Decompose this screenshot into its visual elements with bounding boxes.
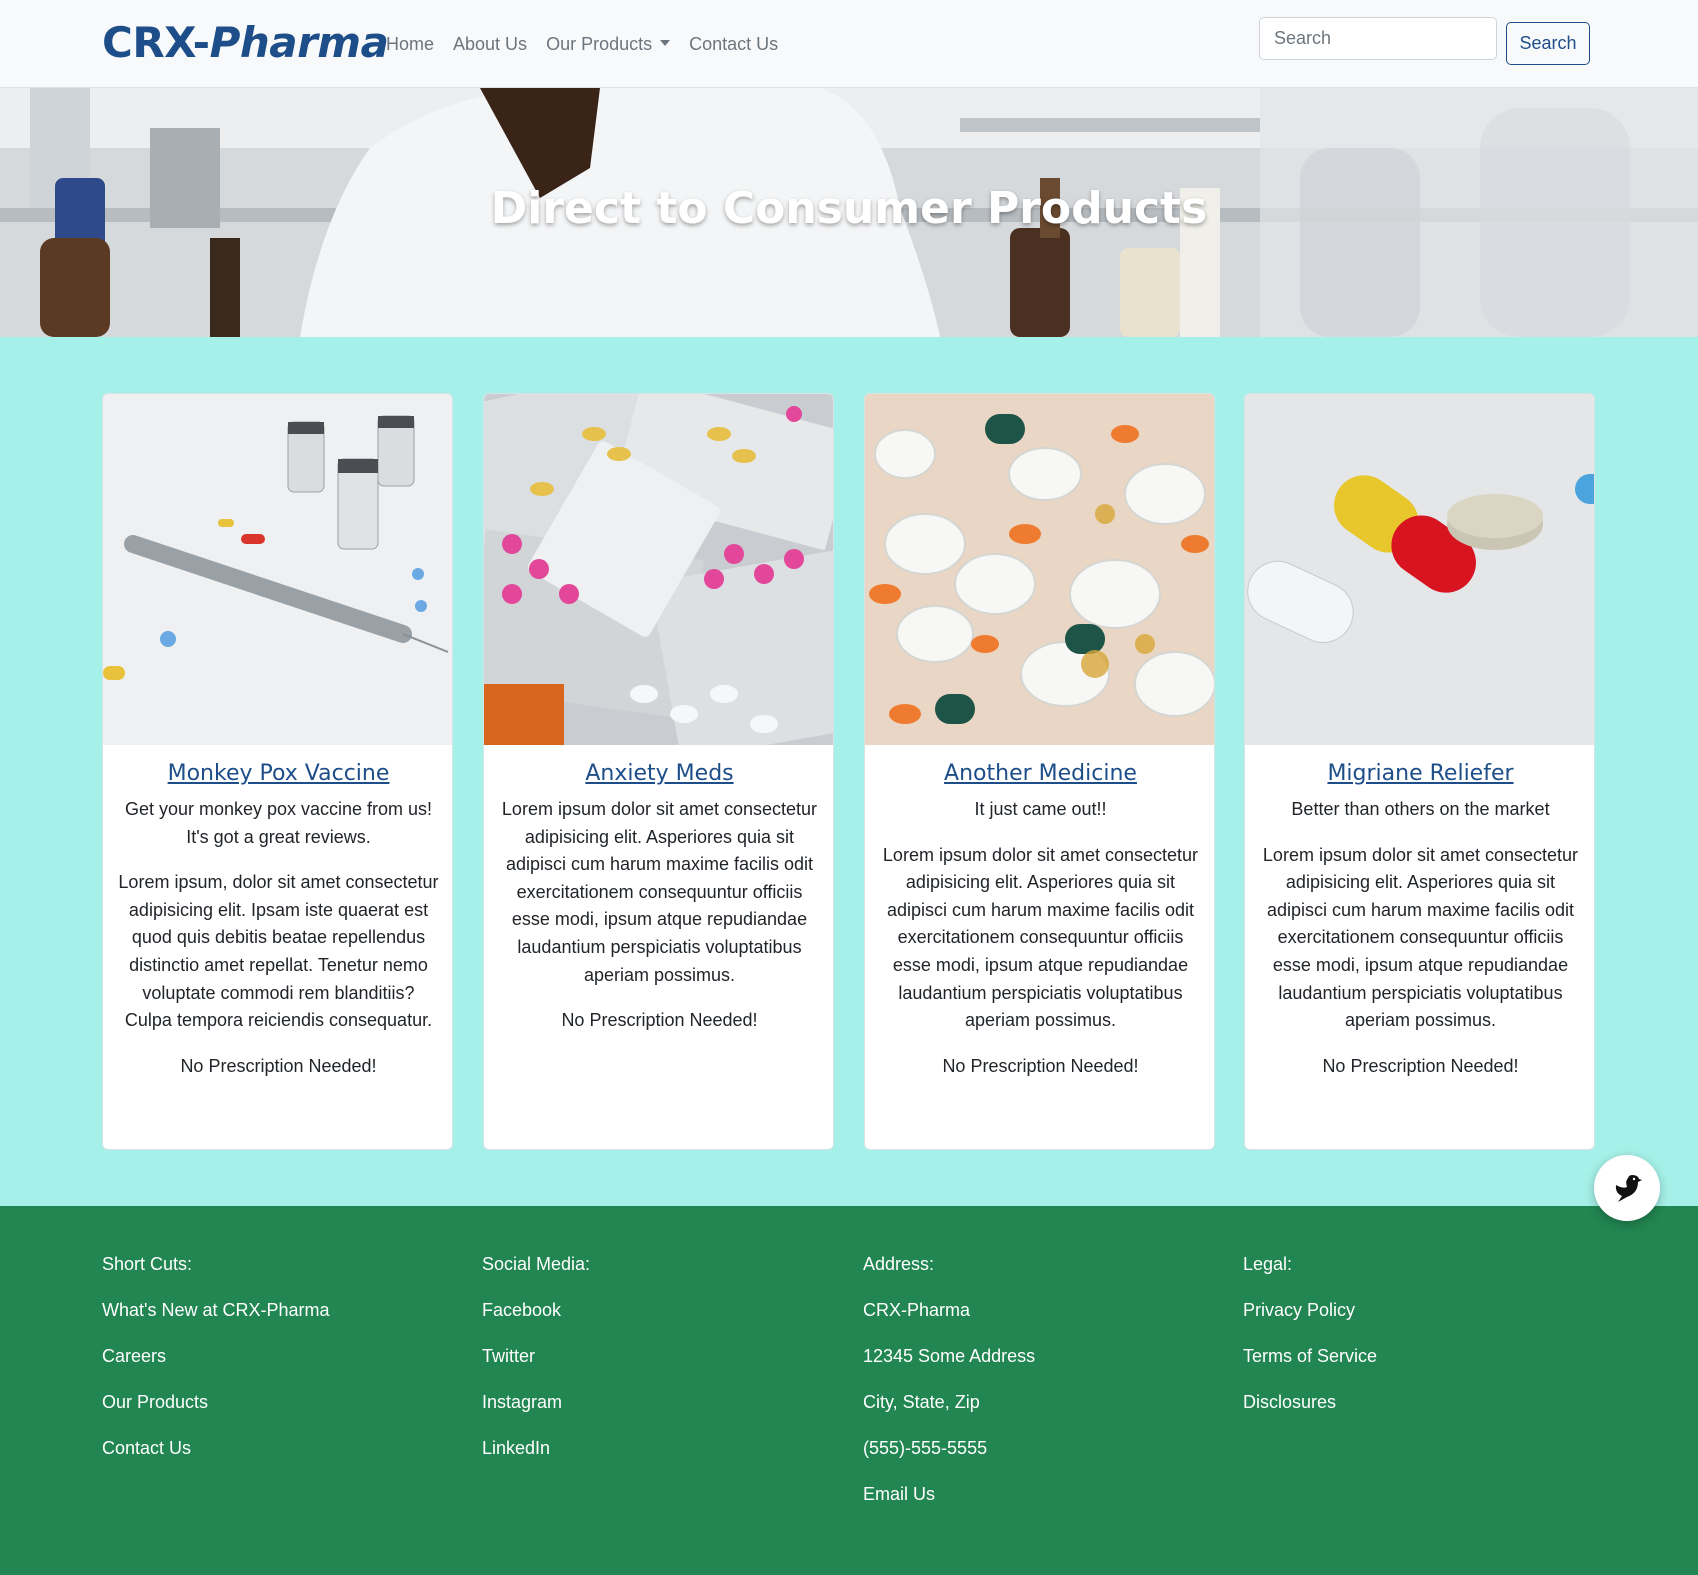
product-image-blister-packs: [484, 394, 833, 745]
footer-link-privacy-policy[interactable]: Privacy Policy: [1243, 1300, 1377, 1346]
brand-logo[interactable]: CRX-Pharma: [102, 18, 389, 67]
footer-link-contact-us[interactable]: Contact Us: [102, 1438, 330, 1484]
hero-banner: Direct to Consumer Products: [0, 88, 1698, 337]
nav-our-products-label: Our Products: [546, 34, 653, 54]
footer-link-email-us[interactable]: Email Us: [863, 1484, 1035, 1530]
card-title-link[interactable]: Monkey Pox Vaccine: [117, 761, 440, 786]
nav-contact-us[interactable]: Contact Us: [689, 34, 778, 55]
card-title-link[interactable]: Another Medicine: [879, 761, 1202, 786]
footer-address: Address: CRX-Pharma 12345 Some Address C…: [863, 1254, 1035, 1530]
card-description: Lorem ipsum, dolor sit amet consectetur …: [118, 872, 439, 1031]
nav-links: Home About Us Our Products Contact Us: [386, 34, 797, 55]
search-input[interactable]: [1259, 17, 1497, 60]
address-company: CRX-Pharma: [863, 1300, 971, 1320]
footer-heading: Address:: [863, 1254, 935, 1274]
card-body: Monkey Pox Vaccine Get your monkey pox v…: [103, 745, 452, 1098]
footer-heading: Social Media:: [482, 1254, 591, 1274]
card-title-link[interactable]: Migriane Reliefer: [1259, 761, 1582, 786]
footer-link-twitter[interactable]: Twitter: [482, 1346, 590, 1392]
nav-about-us[interactable]: About Us: [453, 34, 527, 55]
address-city: City, State, Zip: [863, 1392, 980, 1412]
card-note: No Prescription Needed!: [942, 1055, 1139, 1076]
card-description: Lorem ipsum dolor sit amet consectetur a…: [1262, 844, 1579, 1031]
footer-link-our-products[interactable]: Our Products: [102, 1392, 330, 1438]
address-phone: (555)-555-5555: [863, 1438, 988, 1458]
card-description: Lorem ipsum dolor sit amet consectetur a…: [882, 844, 1199, 1031]
footer-link-careers[interactable]: Careers: [102, 1346, 330, 1392]
product-card: Anxiety Meds Lorem ipsum dolor sit amet …: [483, 393, 834, 1150]
footer-link-disclosures[interactable]: Disclosures: [1243, 1392, 1377, 1438]
product-card: Migriane Reliefer Better than others on …: [1244, 393, 1595, 1150]
card-lead: Get your monkey pox vaccine from us! It'…: [124, 799, 433, 847]
card-lead: Better than others on the market: [1291, 799, 1550, 819]
footer: Short Cuts: What's New at CRX-Pharma Car…: [0, 1206, 1698, 1575]
nav-home[interactable]: Home: [386, 34, 434, 55]
product-image-capsule: [1245, 394, 1594, 745]
footer-heading: Short Cuts:: [102, 1254, 193, 1274]
footer-heading: Legal:: [1243, 1254, 1293, 1274]
card-body: Another Medicine It just came out!! Lore…: [865, 745, 1214, 1098]
navbar: CRX-Pharma Home About Us Our Products Co…: [0, 0, 1698, 88]
hero-title: Direct to Consumer Products: [490, 183, 1208, 234]
footer-legal: Legal: Privacy Policy Terms of Service D…: [1243, 1254, 1377, 1438]
footer-shortcuts: Short Cuts: What's New at CRX-Pharma Car…: [102, 1254, 330, 1484]
card-note: No Prescription Needed!: [180, 1055, 377, 1076]
brand-logo-part1: CRX-: [102, 18, 210, 67]
address-street: 12345 Some Address: [863, 1346, 1036, 1366]
product-image-pills: [865, 394, 1214, 745]
card-body: Anxiety Meds Lorem ipsum dolor sit amet …: [484, 745, 833, 1053]
search-button[interactable]: Search: [1506, 22, 1590, 65]
card-lead: It just came out!!: [974, 799, 1107, 819]
card-description: Lorem ipsum dolor sit amet consectetur a…: [501, 799, 818, 985]
card-title-link[interactable]: Anxiety Meds: [498, 761, 821, 786]
footer-social: Social Media: Facebook Twitter Instagram…: [482, 1254, 590, 1484]
card-body: Migriane Reliefer Better than others on …: [1245, 745, 1594, 1098]
product-card: Another Medicine It just came out!! Lore…: [864, 393, 1215, 1150]
bird-icon: [1615, 1175, 1642, 1202]
footer-link-linkedin[interactable]: LinkedIn: [482, 1438, 590, 1484]
footer-link-terms-of-service[interactable]: Terms of Service: [1243, 1346, 1377, 1392]
footer-link-instagram[interactable]: Instagram: [482, 1392, 590, 1438]
footer-link-whats-new[interactable]: What's New at CRX-Pharma: [102, 1300, 330, 1346]
chevron-down-icon: [660, 40, 671, 46]
product-card: Monkey Pox Vaccine Get your monkey pox v…: [102, 393, 453, 1150]
card-note: No Prescription Needed!: [561, 1010, 758, 1031]
floating-action-button[interactable]: [1594, 1155, 1660, 1221]
product-image-vaccine: [103, 394, 452, 745]
footer-link-facebook[interactable]: Facebook: [482, 1300, 590, 1346]
nav-our-products-dropdown[interactable]: Our Products: [546, 34, 671, 55]
brand-logo-part2: Pharma: [209, 18, 389, 67]
card-note: No Prescription Needed!: [1322, 1055, 1519, 1076]
